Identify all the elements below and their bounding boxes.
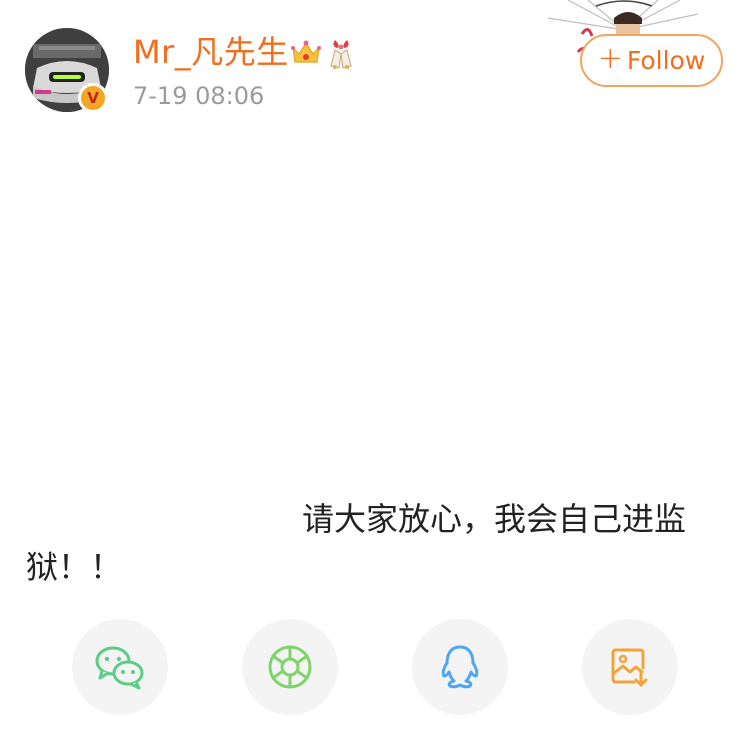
follow-button[interactable]: + Follow	[580, 34, 723, 87]
qq-icon	[441, 645, 479, 689]
weibo-post-card: V Mr_凡先生 7-19 08:06 + Follow 请大家放心，我会自己进…	[0, 0, 750, 739]
crown-icon	[291, 40, 321, 63]
share-wechat-button[interactable]	[72, 619, 168, 715]
moments-icon	[268, 645, 312, 689]
post-text: 请大家放心，我会自己进监狱！！	[26, 500, 687, 586]
verified-badge: V	[78, 83, 108, 113]
plus-icon: +	[597, 41, 623, 76]
follow-button-label: Follow	[626, 46, 706, 75]
save-image-icon	[611, 648, 648, 687]
wechat-icon	[95, 646, 144, 690]
post-timestamp: 7-19 08:06	[133, 82, 265, 110]
share-qq-button[interactable]	[412, 619, 508, 715]
verified-badge-label: V	[87, 88, 99, 107]
avatar[interactable]: V	[25, 28, 109, 113]
bells-icon	[330, 40, 352, 69]
share-moments-button[interactable]	[242, 619, 338, 715]
save-image-button[interactable]	[582, 619, 678, 715]
share-bar	[0, 619, 750, 715]
username[interactable]: Mr_凡先生	[133, 30, 289, 74]
